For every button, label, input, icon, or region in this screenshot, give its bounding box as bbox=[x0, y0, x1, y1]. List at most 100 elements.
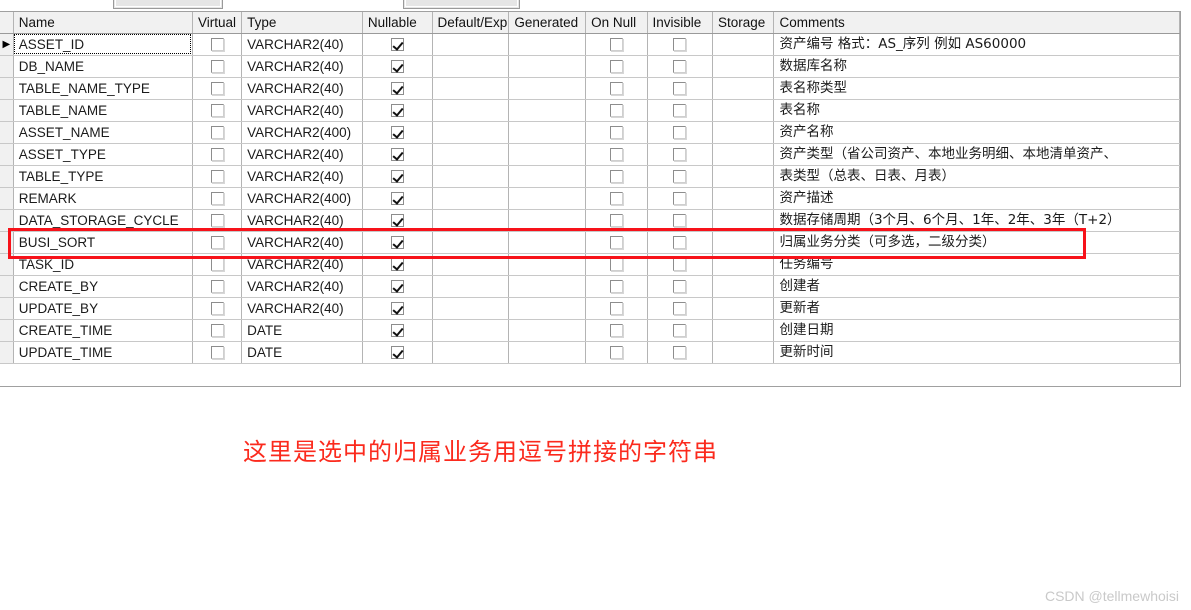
row-selector[interactable] bbox=[0, 77, 14, 100]
checkbox-unchecked-icon[interactable] bbox=[673, 147, 687, 161]
cell-virtual[interactable] bbox=[192, 275, 243, 298]
cell-invisible[interactable] bbox=[647, 55, 714, 78]
checkbox-unchecked-icon[interactable] bbox=[210, 323, 224, 337]
cell-on-null[interactable] bbox=[585, 187, 648, 210]
cell-comments[interactable]: 资产编号 格式：AS_序列 例如 AS60000 bbox=[773, 33, 1180, 56]
column-header-nullable[interactable]: Nullable bbox=[362, 12, 433, 34]
checkbox-unchecked-icon[interactable] bbox=[609, 191, 623, 205]
checkbox-unchecked-icon[interactable] bbox=[609, 235, 623, 249]
cell-on-null[interactable] bbox=[585, 99, 648, 122]
cell-name[interactable]: REMARK bbox=[13, 187, 193, 210]
cell-comments[interactable]: 表名称 bbox=[773, 99, 1180, 122]
cell-comments[interactable]: 表类型（总表、日表、月表） bbox=[773, 165, 1180, 188]
cell-storage[interactable] bbox=[712, 33, 775, 56]
cell-default-expr[interactable] bbox=[432, 341, 510, 364]
cell-on-null[interactable] bbox=[585, 165, 648, 188]
cell-nullable[interactable] bbox=[362, 231, 433, 254]
cell-virtual[interactable] bbox=[192, 143, 243, 166]
cell-comments[interactable]: 资产名称 bbox=[773, 121, 1180, 144]
cell-nullable[interactable] bbox=[362, 341, 433, 364]
cell-generated[interactable] bbox=[508, 55, 587, 78]
cell-name[interactable]: TABLE_NAME bbox=[13, 99, 193, 122]
cell-on-null[interactable] bbox=[585, 209, 648, 232]
table-row[interactable]: TASK_ID VARCHAR2(40) 任务编号 bbox=[0, 253, 1180, 276]
cell-nullable[interactable] bbox=[362, 99, 433, 122]
checkbox-checked-icon[interactable] bbox=[390, 235, 404, 249]
cell-default-expr[interactable] bbox=[432, 275, 510, 298]
column-header-invisible[interactable]: Invisible bbox=[647, 12, 714, 34]
row-selector[interactable] bbox=[0, 253, 14, 276]
cell-type[interactable]: VARCHAR2(40) bbox=[241, 253, 363, 276]
checkbox-unchecked-icon[interactable] bbox=[673, 213, 687, 227]
cell-virtual[interactable] bbox=[192, 55, 243, 78]
cell-name[interactable]: TABLE_NAME_TYPE bbox=[13, 77, 193, 100]
cell-name[interactable]: DATA_STORAGE_CYCLE bbox=[13, 209, 193, 232]
cell-storage[interactable] bbox=[712, 99, 775, 122]
cell-storage[interactable] bbox=[712, 209, 775, 232]
cell-name[interactable]: ASSET_TYPE bbox=[13, 143, 193, 166]
cell-default-expr[interactable] bbox=[432, 77, 510, 100]
cell-invisible[interactable] bbox=[647, 33, 714, 56]
table-row[interactable]: UPDATE_TIME DATE 更新时间 bbox=[0, 341, 1180, 364]
checkbox-checked-icon[interactable] bbox=[390, 37, 404, 51]
column-header-comments[interactable]: Comments bbox=[773, 12, 1180, 34]
cell-default-expr[interactable] bbox=[432, 187, 510, 210]
cell-on-null[interactable] bbox=[585, 341, 648, 364]
checkbox-unchecked-icon[interactable] bbox=[210, 103, 224, 117]
cell-storage[interactable] bbox=[712, 231, 775, 254]
cell-generated[interactable] bbox=[508, 253, 587, 276]
cell-generated[interactable] bbox=[508, 99, 587, 122]
row-selector[interactable] bbox=[0, 187, 14, 210]
cell-virtual[interactable] bbox=[192, 99, 243, 122]
cell-invisible[interactable] bbox=[647, 187, 714, 210]
cell-name[interactable]: TABLE_TYPE bbox=[13, 165, 193, 188]
cell-type[interactable]: VARCHAR2(40) bbox=[241, 33, 363, 56]
column-grid[interactable]: Name Virtual Type Nullable Default/Expr.… bbox=[0, 11, 1181, 387]
cell-name[interactable]: BUSI_SORT bbox=[13, 231, 193, 254]
checkbox-unchecked-icon[interactable] bbox=[673, 125, 687, 139]
cell-default-expr[interactable] bbox=[432, 99, 510, 122]
checkbox-unchecked-icon[interactable] bbox=[609, 103, 623, 117]
cell-generated[interactable] bbox=[508, 341, 587, 364]
checkbox-unchecked-icon[interactable] bbox=[673, 279, 687, 293]
checkbox-unchecked-icon[interactable] bbox=[673, 59, 687, 73]
checkbox-unchecked-icon[interactable] bbox=[210, 81, 224, 95]
checkbox-checked-icon[interactable] bbox=[390, 169, 404, 183]
cell-default-expr[interactable] bbox=[432, 165, 510, 188]
checkbox-unchecked-icon[interactable] bbox=[609, 147, 623, 161]
cell-name[interactable]: CREATE_TIME bbox=[13, 319, 193, 342]
cell-invisible[interactable] bbox=[647, 253, 714, 276]
cell-name[interactable]: TASK_ID bbox=[13, 253, 193, 276]
cell-default-expr[interactable] bbox=[432, 319, 510, 342]
cell-generated[interactable] bbox=[508, 187, 587, 210]
cell-comments[interactable]: 资产描述 bbox=[773, 187, 1180, 210]
cell-nullable[interactable] bbox=[362, 143, 433, 166]
cell-virtual[interactable] bbox=[192, 33, 243, 56]
checkbox-unchecked-icon[interactable] bbox=[673, 103, 687, 117]
column-header-default-expr[interactable]: Default/Expr. bbox=[432, 12, 510, 34]
cell-nullable[interactable] bbox=[362, 209, 433, 232]
toolbar-field-left[interactable] bbox=[113, 0, 223, 9]
cell-generated[interactable] bbox=[508, 231, 587, 254]
cell-type[interactable]: VARCHAR2(40) bbox=[241, 165, 363, 188]
checkbox-unchecked-icon[interactable] bbox=[673, 345, 687, 359]
row-selector[interactable] bbox=[0, 55, 14, 78]
checkbox-unchecked-icon[interactable] bbox=[673, 81, 687, 95]
checkbox-unchecked-icon[interactable] bbox=[673, 301, 687, 315]
checkbox-unchecked-icon[interactable] bbox=[673, 257, 687, 271]
cell-nullable[interactable] bbox=[362, 319, 433, 342]
cell-virtual[interactable] bbox=[192, 165, 243, 188]
checkbox-unchecked-icon[interactable] bbox=[210, 301, 224, 315]
table-row[interactable]: UPDATE_BY VARCHAR2(40) 更新者 bbox=[0, 297, 1180, 320]
cell-comments[interactable]: 任务编号 bbox=[773, 253, 1180, 276]
row-selector[interactable] bbox=[0, 319, 14, 342]
cell-invisible[interactable] bbox=[647, 99, 714, 122]
cell-generated[interactable] bbox=[508, 121, 587, 144]
cell-nullable[interactable] bbox=[362, 33, 433, 56]
cell-type[interactable]: VARCHAR2(40) bbox=[241, 209, 363, 232]
cell-default-expr[interactable] bbox=[432, 209, 510, 232]
cell-type[interactable]: VARCHAR2(400) bbox=[241, 187, 363, 210]
cell-comments[interactable]: 数据存储周期（3个月、6个月、1年、2年、3年（T+2） bbox=[773, 209, 1180, 232]
checkbox-checked-icon[interactable] bbox=[390, 59, 404, 73]
checkbox-unchecked-icon[interactable] bbox=[210, 125, 224, 139]
